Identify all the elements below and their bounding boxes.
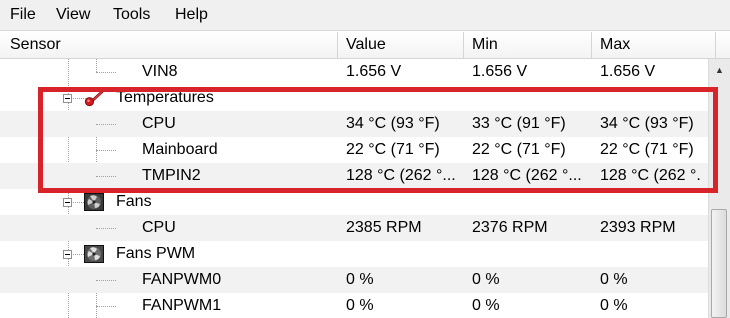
sensor-tree: VIN8 1.656 V 1.656 V 1.656 V Temperature… (0, 59, 708, 318)
group-fans-pwm[interactable]: Fans PWM (0, 241, 708, 267)
group-fans[interactable]: Fans (0, 189, 708, 215)
column-min[interactable]: Min (464, 32, 592, 58)
sensor-max: 128 °C (262 °. (600, 167, 701, 184)
table-row[interactable]: VIN8 1.656 V 1.656 V 1.656 V (0, 59, 708, 85)
sensor-name: CPU (142, 115, 176, 132)
sensor-value: 34 °C (93 °F) (346, 115, 440, 132)
sensor-name: FANPWM0 (142, 271, 222, 288)
table-row[interactable]: FANPWM1 0 % 0 % 0 % (0, 293, 708, 318)
menu-file[interactable]: File (10, 6, 36, 24)
sensor-value: 1.656 V (346, 63, 402, 80)
sensor-name: FANPWM1 (142, 297, 222, 314)
thermometer-icon (84, 90, 104, 107)
sensor-min: 1.656 V (472, 63, 528, 80)
sensor-min: 2376 RPM (472, 219, 548, 236)
fan-icon (84, 245, 104, 263)
sensor-max: 34 °C (93 °F) (600, 115, 694, 132)
menu-bar: File View Tools Help (0, 0, 730, 31)
sensor-value: 22 °C (71 °F) (346, 141, 440, 158)
sensor-name: VIN8 (142, 63, 178, 80)
collapse-toggle[interactable] (63, 94, 72, 103)
sensor-max: 0 % (600, 271, 628, 288)
menu-tools[interactable]: Tools (113, 6, 150, 24)
sensor-min: 128 °C (262 °... (472, 167, 582, 184)
collapse-toggle[interactable] (63, 198, 72, 207)
sensor-value: 0 % (346, 271, 374, 288)
menu-help[interactable]: Help (175, 6, 208, 24)
sensor-max: 0 % (600, 297, 628, 314)
fan-icon (84, 193, 104, 211)
sensor-name: Mainboard (142, 141, 218, 158)
scroll-thumb[interactable] (711, 209, 727, 318)
menu-view[interactable]: View (56, 6, 90, 24)
table-row[interactable]: FANPWM0 0 % 0 % 0 % (0, 267, 708, 293)
column-max[interactable]: Max (592, 32, 716, 58)
sensor-min: 33 °C (91 °F) (472, 115, 566, 132)
sensor-value: 2385 RPM (346, 219, 422, 236)
column-sensor[interactable]: Sensor (0, 32, 338, 58)
column-header: Sensor Value Min Max (0, 32, 730, 59)
sensor-max: 2393 RPM (600, 219, 676, 236)
sensor-max: 1.656 V (600, 63, 656, 80)
sensor-min: 0 % (472, 271, 500, 288)
scroll-up-arrow-icon[interactable]: ▲ (709, 59, 730, 81)
sensor-name: TMPIN2 (142, 167, 201, 184)
sensor-min: 22 °C (71 °F) (472, 141, 566, 158)
sensor-min: 0 % (472, 297, 500, 314)
sensor-name: CPU (142, 219, 176, 236)
sensor-value: 0 % (346, 297, 374, 314)
table-row[interactable]: Mainboard 22 °C (71 °F) 22 °C (71 °F) 22… (0, 137, 708, 163)
group-temperatures[interactable]: Temperatures (0, 85, 708, 111)
table-row[interactable]: CPU 34 °C (93 °F) 33 °C (91 °F) 34 °C (9… (0, 111, 708, 137)
table-row[interactable]: TMPIN2 128 °C (262 °... 128 °C (262 °...… (0, 163, 708, 189)
sensor-value: 128 °C (262 °... (346, 167, 456, 184)
group-label: Temperatures (116, 89, 214, 106)
vertical-scrollbar[interactable]: ▲ (708, 59, 730, 318)
sensor-max: 22 °C (71 °F) (600, 141, 694, 158)
collapse-toggle[interactable] (63, 250, 72, 259)
group-label: Fans (116, 193, 152, 210)
table-row[interactable]: CPU 2385 RPM 2376 RPM 2393 RPM (0, 215, 708, 241)
group-label: Fans PWM (116, 245, 196, 262)
column-value[interactable]: Value (338, 32, 464, 58)
